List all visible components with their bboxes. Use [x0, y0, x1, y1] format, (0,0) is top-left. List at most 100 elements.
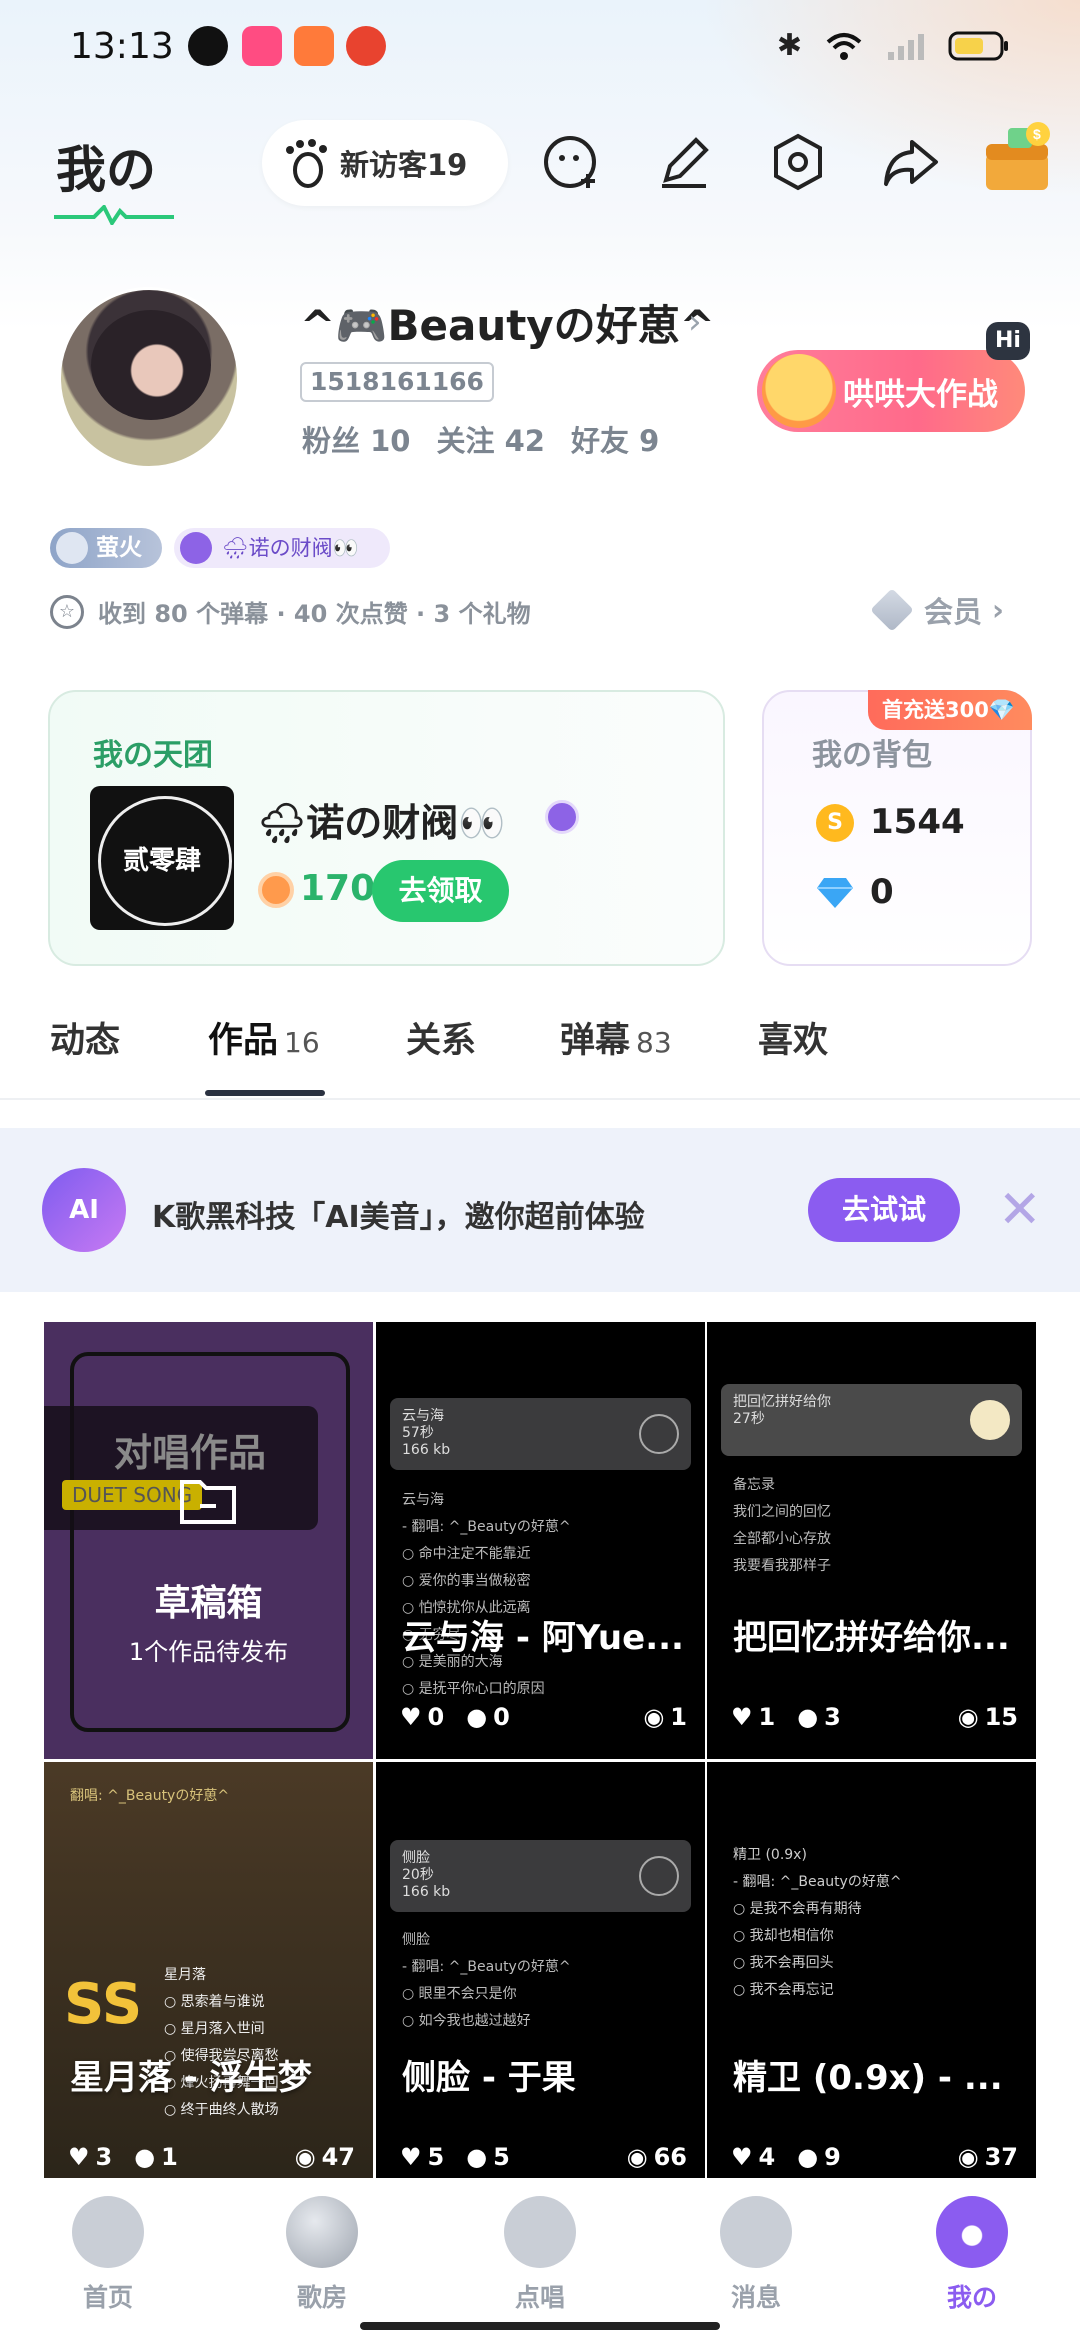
ai-voice-icon: AI [42, 1168, 126, 1252]
lyrics-text: 精卫 (0.9x) - 翻唱: ^_Beautyの好葸^ ○ 是我不会再有期待 … [733, 1847, 902, 1998]
nav-me[interactable]: 我の [912, 2196, 1032, 2314]
heart-icon: ♥ [68, 2143, 90, 2171]
user-id[interactable]: 1518161166 [300, 362, 494, 402]
play-count: 47 [321, 2143, 355, 2171]
edit-icon[interactable] [652, 130, 716, 194]
message-bubble-icon [720, 2196, 792, 2268]
home-indicator[interactable] [360, 2322, 720, 2330]
nickname[interactable]: ^🎮Beautyの好葸^ [300, 292, 715, 353]
received-summary[interactable]: ☆ 收到 80 个弹幕 · 40 次点赞 · 3 个礼物 [50, 594, 531, 629]
battery-icon [948, 31, 1008, 60]
lyrics-text: 备忘录 我们之间的回忆 全部都小心存放 我要看我那样子 [733, 1477, 831, 1574]
like-count: 0 [427, 1703, 445, 1731]
avatar[interactable] [58, 287, 240, 469]
work-title: 侧脸 - 于果 [402, 2058, 576, 2098]
work-card[interactable]: 把回忆拼好给你 27秒 备忘录 我们之间的回忆 全部都小心存放 我要看我那样子 … [707, 1322, 1036, 1759]
try-button[interactable]: 去试试 [808, 1178, 960, 1242]
profile-stats: 粉丝 10 关注 42 好友 9 [302, 418, 659, 460]
add-emoji-icon[interactable] [540, 130, 604, 194]
app-notification-icon-2 [294, 26, 334, 66]
signal-icon [888, 33, 924, 60]
friends-stat[interactable]: 好友 9 [571, 418, 659, 460]
claim-button[interactable]: 去领取 [372, 860, 509, 922]
draft-title: 草稿箱 [154, 1583, 263, 1624]
play-icon: ◉ [294, 2143, 316, 2171]
like-count: 5 [427, 2143, 445, 2171]
panel-text: 翻唱: ^_Beautyの好葸^ [70, 1788, 230, 1804]
member-link[interactable]: 会员 › [870, 588, 1004, 632]
nav-messages[interactable]: 消息 [696, 2196, 816, 2314]
share-icon[interactable] [878, 130, 942, 194]
tab-danmaku[interactable]: 弹幕 83 [560, 1012, 672, 1063]
work-title: 云与海 - 阿Yue... [402, 1618, 684, 1658]
audio-panel: 侧脸 20秒 166 kb [390, 1840, 691, 1912]
tab-label: 动态 [50, 1021, 121, 1061]
app-notification-icon-3 [346, 26, 386, 66]
play-count: 37 [984, 2143, 1018, 2171]
first-charge-tag[interactable]: 首充送300💎 [868, 690, 1032, 730]
lyrics-text: 侧脸 - 翻唱: ^_Beautyの好葸^ ○ 眼里不会只是你 ○ 如今我也越过… [402, 1932, 571, 2029]
firefly-badge[interactable]: 萤火 [50, 528, 162, 568]
nav-label: 点唱 [514, 2283, 565, 2312]
heart-icon: ♥ [400, 2143, 422, 2171]
comment-count: 3 [824, 1703, 841, 1731]
new-visitor-button[interactable]: 新访客19 [262, 120, 508, 206]
lyrics-text: 云与海 - 翻唱: ^_Beautyの好葸^ ○ 命中注定不能靠近 ○ 爱你的事… [402, 1492, 571, 1697]
diamond-icon [870, 588, 914, 632]
firefly-icon [56, 532, 88, 564]
divider [0, 1098, 1080, 1100]
tab-likes[interactable]: 喜欢 [758, 1012, 828, 1063]
game-emoji-icon [762, 354, 836, 428]
tab-works[interactable]: 作品 16 [208, 1012, 320, 1063]
settings-icon[interactable] [766, 130, 830, 194]
heart-icon: ♥ [400, 1703, 422, 1731]
work-meta: ♥ 4 ● 9 ◉ 37 [731, 2143, 1018, 2171]
follow-stat[interactable]: 关注 42 [436, 418, 544, 460]
nav-song-room[interactable]: 歌房 [262, 2196, 382, 2314]
audio-panel: 把回忆拼好给你 27秒 [721, 1384, 1022, 1456]
bilibili-notification-icon [242, 26, 282, 66]
work-card[interactable]: 精卫 (0.9x) - 翻唱: ^_Beautyの好葸^ ○ 是我不会再有期待 … [707, 1762, 1036, 2199]
ss-rank-icon: SS [64, 1972, 143, 2037]
work-meta: ♥ 0 ● 0 ◉ 1 [400, 1703, 687, 1731]
page-title: 我の [56, 141, 156, 199]
tab-dynamic[interactable]: 动态 [50, 1012, 120, 1063]
work-card[interactable]: 侧脸 20秒 166 kb 侧脸 - 翻唱: ^_Beautyの好葸^ ○ 眼里… [376, 1762, 705, 2199]
draft-subtitle: 1个作品待发布 [128, 1638, 289, 1666]
panel-text: 把回忆拼好给你 27秒 [733, 1394, 831, 1427]
app-notification-icon [188, 26, 228, 66]
fans-stat[interactable]: 粉丝 10 [302, 418, 410, 460]
play-icon: ◉ [626, 2143, 648, 2171]
group-badge[interactable]: 🌧诺の财阀👀 [174, 528, 390, 568]
comment-count: 9 [824, 2143, 841, 2171]
comment-icon: ● [134, 2143, 156, 2171]
nav-request-song[interactable]: 点唱 [480, 2196, 600, 2314]
close-icon[interactable]: ✕ [998, 1184, 1042, 1236]
nav-label: 首页 [82, 2283, 133, 2312]
status-time: 13:13 [70, 26, 174, 67]
diamond-icon [817, 878, 853, 908]
like-count: 4 [758, 2143, 776, 2171]
work-card[interactable]: 云与海 57秒 166 kb 云与海 - 翻唱: ^_Beautyの好葸^ ○ … [376, 1322, 705, 1759]
folder-icon [180, 1480, 236, 1524]
star-icon: ☆ [50, 594, 84, 629]
microphone-icon [504, 2196, 576, 2268]
tab-label: 喜欢 [758, 1021, 829, 1061]
audio-panel: 云与海 57秒 166 kb [390, 1398, 691, 1470]
bluetooth-icon: ✱ [776, 28, 802, 63]
play-count: 1 [670, 1703, 687, 1731]
comment-icon: ● [466, 2143, 488, 2171]
pause-icon [639, 1856, 679, 1896]
group-points: 170 [300, 868, 376, 909]
work-card[interactable]: 翻唱: ^_Beautyの好葸^ 星月落 ○ 思索着与谁说 ○ 星月落入世间 ○… [44, 1762, 373, 2199]
tab-relations[interactable]: 关系 [406, 1012, 476, 1063]
nav-home[interactable]: 首页 [48, 2196, 168, 2314]
heart-icon: ♥ [731, 2143, 753, 2171]
nav-label: 消息 [730, 2283, 781, 2312]
treasure-chest-icon[interactable]: $ [978, 118, 1058, 198]
chevron-right-icon[interactable]: › [688, 302, 702, 342]
bag-title: 我の背包 [812, 738, 932, 773]
play-icon: ◉ [643, 1703, 665, 1731]
pause-icon [970, 1400, 1010, 1440]
like-count: 3 [95, 2143, 113, 2171]
